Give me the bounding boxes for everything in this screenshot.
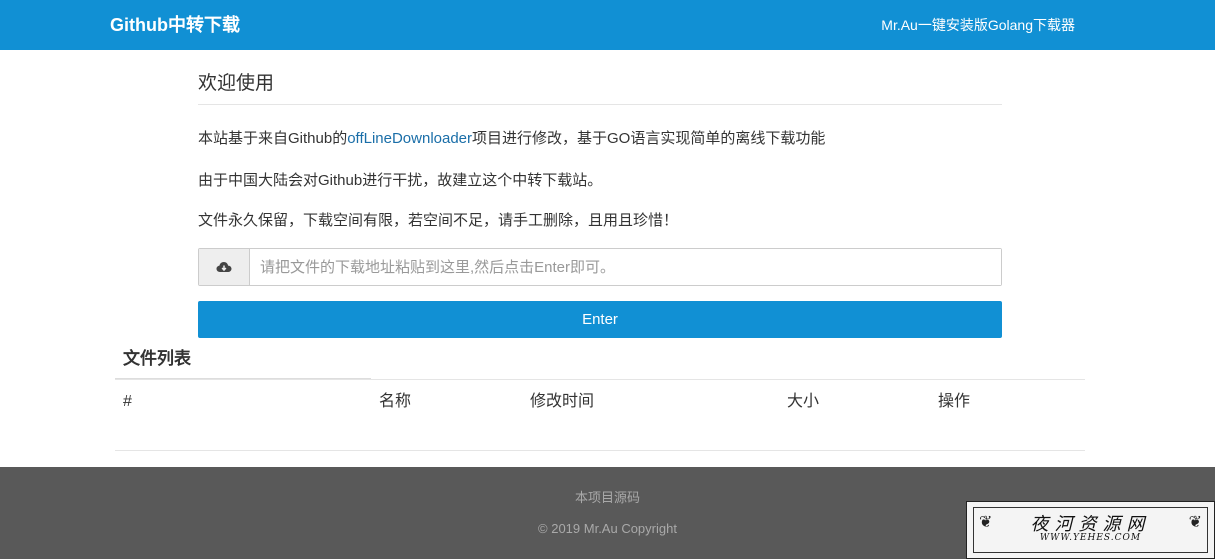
intro-line-2: 由于中国大陆会对Github进行干扰，故建立这个中转下载站。 bbox=[198, 172, 603, 189]
cloud-download-icon bbox=[199, 249, 250, 285]
intro-line-3: 文件永久保留，下载空间有限，若空间不足，请手工删除，且用且珍惜！ bbox=[198, 212, 679, 229]
url-input-group bbox=[198, 248, 1002, 286]
file-list-tab[interactable]: 文件列表 bbox=[115, 344, 371, 380]
url-input[interactable] bbox=[250, 249, 1001, 285]
file-table-header: # 名称 修改时间 大小 操作 bbox=[115, 379, 1085, 451]
brand-link[interactable]: Github中转下载 bbox=[110, 14, 240, 36]
file-list-section: 文件列表 # 名称 修改时间 大小 操作 bbox=[115, 344, 1085, 451]
intro-line-1: 本站基于来自Github的offLineDownloader项目进行修改，基于G… bbox=[198, 129, 1002, 149]
column-modified-time: 修改时间 bbox=[530, 393, 595, 410]
intro-text: 本站基于来自Github的offLineDownloader项目进行修改，基于G… bbox=[198, 129, 1002, 231]
column-index: # bbox=[123, 393, 132, 410]
column-size: 大小 bbox=[787, 393, 820, 410]
offlinedownloader-link[interactable]: offLineDownloader bbox=[347, 130, 472, 147]
golang-downloader-link[interactable]: Mr.Au一键安装版Golang下载器 bbox=[881, 16, 1075, 34]
main-content: 欢迎使用 本站基于来自Github的offLineDownloader项目进行修… bbox=[198, 50, 1002, 338]
welcome-title: 欢迎使用 bbox=[198, 72, 1002, 105]
watermark-logo: ❦ ❦ 夜河资源网 WWW.YEHES.COM bbox=[966, 501, 1215, 559]
navbar: Github中转下载 Mr.Au一键安装版Golang下载器 bbox=[0, 0, 1215, 50]
enter-button[interactable]: Enter bbox=[198, 301, 1002, 338]
watermark-en-text: WWW.YEHES.COM bbox=[1039, 533, 1142, 543]
column-name: 名称 bbox=[379, 393, 412, 410]
column-actions: 操作 bbox=[938, 393, 971, 410]
intro-line-1-prefix: 本站基于来自Github的 bbox=[198, 130, 348, 147]
intro-line-1-suffix: 项目进行修改，基于GO语言实现简单的离线下载功能 bbox=[472, 130, 826, 147]
